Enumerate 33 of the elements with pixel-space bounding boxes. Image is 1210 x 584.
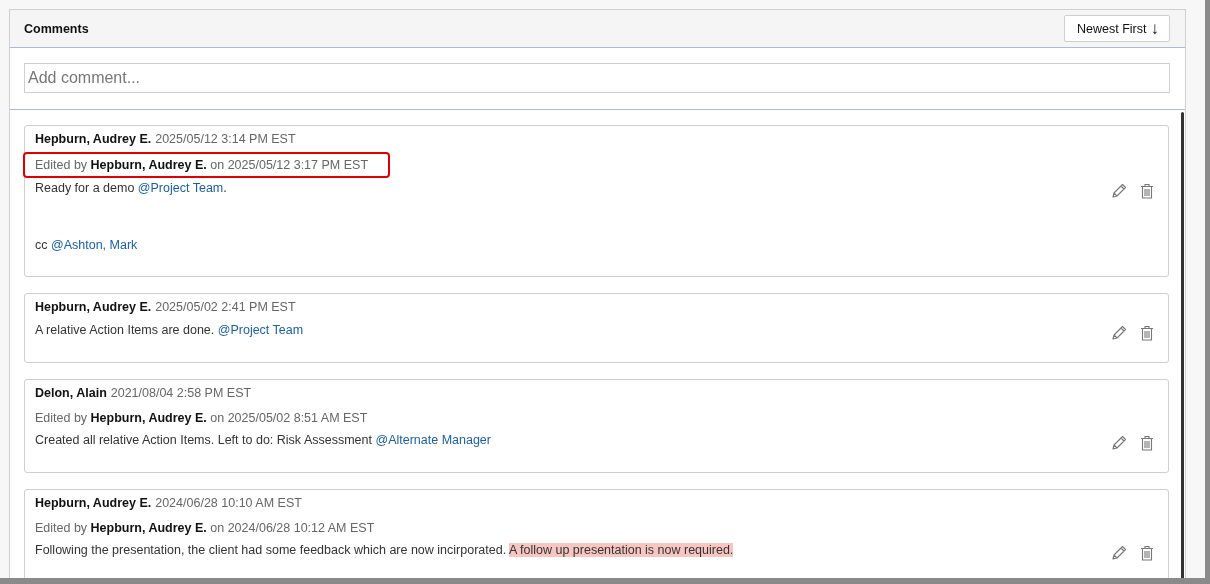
mention-link[interactable]: @Project Team xyxy=(217,323,304,337)
timestamp: 2024/06/28 10:10 AM EST xyxy=(155,496,302,510)
mention-link[interactable]: @Alternate Manager xyxy=(375,433,491,447)
edited-note: Edited by Hepburn, Audrey E. on 2025/05/12 3:17 PM EST xyxy=(23,152,391,178)
edit-icon[interactable] xyxy=(1110,324,1128,342)
mention-link[interactable]: @Ashton, Mark xyxy=(51,238,138,252)
edit-icon[interactable] xyxy=(1110,544,1128,562)
delete-icon[interactable] xyxy=(1138,182,1156,200)
edited-note: Edited by Hepburn, Audrey E. on 2025/05/02 8:51 AM EST xyxy=(35,410,368,427)
comment-text: cc xyxy=(35,238,49,252)
timestamp: 2025/05/02 2:41 PM EST xyxy=(155,300,296,314)
timestamp: 2021/08/04 2:58 PM EST xyxy=(110,386,252,400)
comment-text: Created all relative Action Items. Left to do: Risk Assessment xyxy=(35,433,373,447)
delete-icon[interactable] xyxy=(1138,544,1156,562)
author-name: Hepburn, Audrey E. xyxy=(35,300,152,314)
panel-title: Comments xyxy=(24,21,89,36)
comment-field[interactable]: Add comment... xyxy=(24,63,1170,93)
author-name: Delon, Alain xyxy=(35,386,107,400)
highlighted-text: A follow up presentation is now required. xyxy=(508,543,734,557)
comment-text: Ready for a demo xyxy=(35,181,136,195)
edit-icon[interactable] xyxy=(1110,182,1128,200)
comment-text: A relative Action Items are done. xyxy=(35,323,216,337)
edited-note: Edited by Hepburn, Audrey E. on 2024/06/28 10:12 AM EST xyxy=(35,520,375,537)
sort-button[interactable]: Newest First ↓ xyxy=(1064,15,1170,42)
comment-text: . xyxy=(223,181,227,195)
author-name: Hepburn, Audrey E. xyxy=(35,496,152,510)
author-name: Hepburn, Audrey E. xyxy=(35,132,152,146)
comment-text: Following the presentation, the client had some feedback which are now incirporated. xyxy=(35,543,508,557)
timestamp: 2025/05/12 3:14 PM EST xyxy=(155,132,296,146)
scrollbar[interactable] xyxy=(1181,112,1184,578)
edit-icon[interactable] xyxy=(1110,434,1128,452)
delete-icon[interactable] xyxy=(1138,324,1156,342)
delete-icon[interactable] xyxy=(1138,434,1156,452)
